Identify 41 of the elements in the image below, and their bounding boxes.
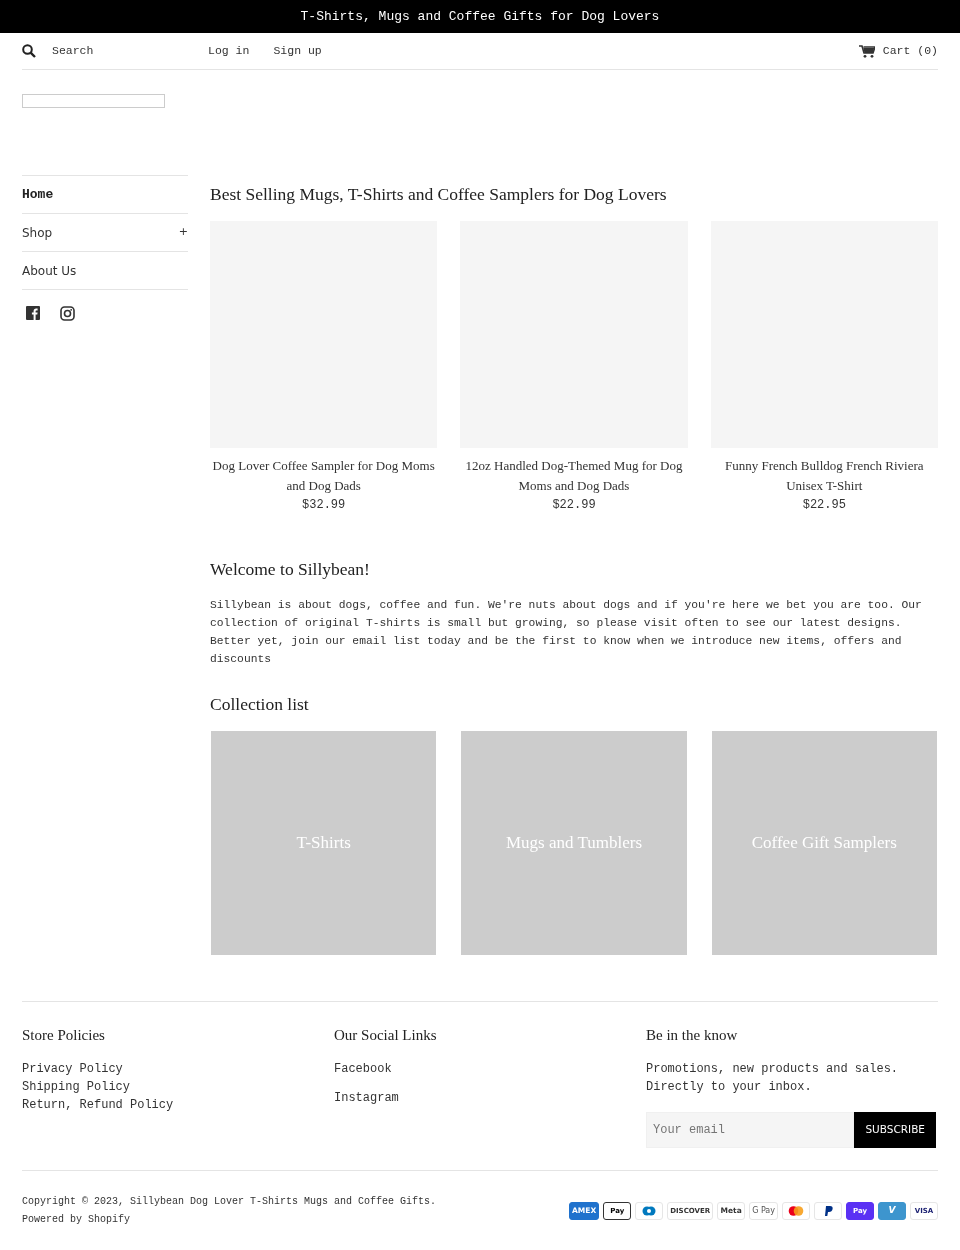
product-name[interactable]: Funny French Bulldog French Riviera Unisex T-Shirt <box>710 456 938 496</box>
footer-heading: Store Policies <box>22 1026 106 1044</box>
section-heading: Welcome to Sillybean! <box>210 559 371 580</box>
section-heading: Best Selling Mugs, T-Shirts and Coffee Samplers for Dog Lovers <box>210 184 668 205</box>
cart-link[interactable]: Cart (0) <box>882 42 938 60</box>
announcement-bar: T-Shirts, Mugs and Coffee Gifts for Dog Lovers <box>0 0 960 33</box>
subscribe-button[interactable]: SUBSCRIBE <box>854 1112 936 1148</box>
search-icon[interactable] <box>22 44 36 58</box>
copyright-text: Copyright © 2023, Sillybean Dog Lover T-Shirts Mugs and Coffee Gifts. Powered by Shopify <box>22 1195 438 1227</box>
search-field[interactable]: Search <box>52 42 192 60</box>
newsletter-text: Promotions, new products and sales. Directly to your inbox. <box>646 1061 900 1096</box>
product-price: $32.99 <box>301 497 347 514</box>
footer-link[interactable]: Return, Refund Policy <box>22 1096 334 1114</box>
store-link[interactable]: Sillybean Dog Lover T-Shirts Mugs and Coffee Gifts <box>130 1196 431 1207</box>
product-name[interactable]: Dog Lover Coffee Sampler for Dog Moms and Dog Dads <box>210 456 438 496</box>
welcome-paragraph: Sillybean is about dogs, coffee and fun. We're nuts about dogs and if you're here we bet you are too. Our collection of original T-shirts is small but growing, so please visit often to see our latest designs. Better yet, join our email list today and be the first to know when we introduce new items, offers and discounts <box>210 598 923 667</box>
paypal-payment-icon <box>814 1202 842 1220</box>
diners-payment-icon <box>635 1202 664 1220</box>
instagram-icon[interactable] <box>60 306 75 321</box>
mastercard-payment-icon <box>782 1202 810 1220</box>
gpay-payment-icon: G Pay <box>749 1202 778 1220</box>
email-field[interactable]: Your email <box>646 1112 855 1148</box>
sidebar-item[interactable]: Shop + <box>22 213 188 251</box>
product-price: $22.99 <box>551 497 597 514</box>
sidebar-item[interactable]: About Us <box>22 251 188 289</box>
section-heading: Collection list <box>210 694 310 715</box>
footer-link[interactable]: Facebook <box>334 1060 646 1078</box>
footer-link[interactable]: Shipping Policy <box>22 1078 334 1096</box>
login-link[interactable]: Log in <box>208 42 250 60</box>
cart-icon[interactable] <box>858 44 875 58</box>
footer-heading: Be in the know <box>646 1026 739 1044</box>
footer-heading: Our Social Links <box>334 1026 438 1044</box>
expand-toggle[interactable]: + <box>178 224 188 241</box>
sidebar-item[interactable]: Home <box>22 175 188 213</box>
facebook-icon[interactable] <box>26 306 40 321</box>
venmo-payment-icon: V <box>878 1202 906 1220</box>
product-price: $22.95 <box>801 497 847 514</box>
product-name[interactable]: 12oz Handled Dog-Themed Mug for Dog Moms and Dog Dads <box>460 456 688 496</box>
footer-link[interactable]: Instagram <box>334 1089 646 1107</box>
signup-link[interactable]: Sign up <box>273 42 322 60</box>
footer-link[interactable]: Privacy Policy <box>22 1060 334 1078</box>
